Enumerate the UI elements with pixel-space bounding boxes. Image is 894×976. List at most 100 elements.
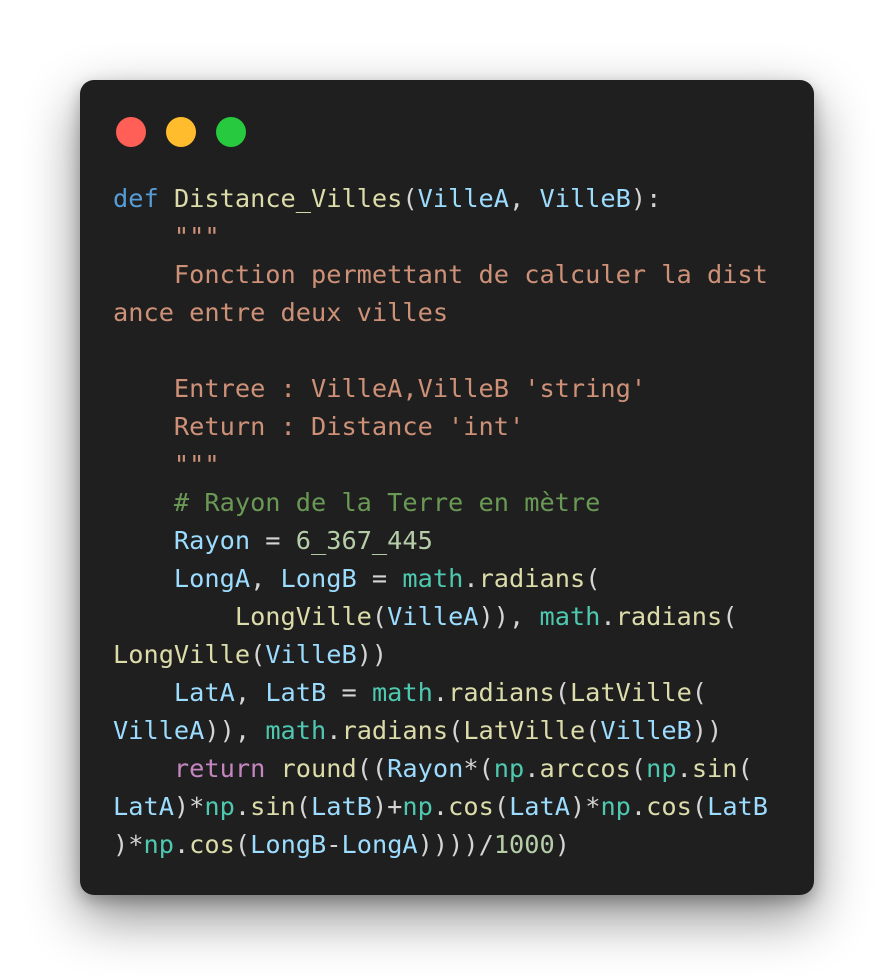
plain-token: )* — [569, 792, 601, 821]
module-token: np — [646, 754, 677, 783]
plain-token: . — [600, 602, 616, 631]
plain-token: ( — [493, 792, 510, 821]
minimize-dot[interactable] — [166, 117, 196, 147]
code-line: VilleA)), math.radians(LatVille(VilleB)) — [113, 712, 768, 750]
plain-token: ( — [737, 754, 753, 783]
function-token: LongVille — [113, 640, 251, 669]
plain-token: ( — [234, 830, 251, 859]
module-token: np — [493, 754, 525, 783]
variable-token: VilleA — [417, 184, 510, 213]
code-line: """ — [113, 218, 768, 256]
comment-token: # Rayon de la Terre en mètre — [173, 488, 601, 517]
plain-token: (( — [356, 754, 388, 783]
function-token: sin — [250, 792, 296, 821]
code-line: Rayon = 6_367_445 — [113, 522, 768, 560]
number-token: 6_367_445 — [295, 526, 433, 555]
plain-token: . — [432, 678, 449, 707]
string-token: """ — [173, 222, 220, 251]
plain-token: )), — [478, 602, 540, 631]
plain-token: . — [630, 792, 647, 821]
function-token: LongVille — [234, 602, 372, 631]
plain-token: ( — [630, 754, 647, 783]
plain-token: ( — [448, 716, 464, 745]
function-token: cos — [189, 830, 235, 859]
plain-token: = — [250, 526, 296, 555]
variable-token: LongA — [173, 564, 251, 593]
function-token: sin — [691, 754, 738, 783]
variable-token: LatA — [509, 792, 570, 821]
module-token: math — [371, 678, 433, 707]
close-dot[interactable] — [116, 117, 146, 147]
code-line: LatA, LatB = math.radians(LatVille( — [113, 674, 768, 712]
plain-token: )* — [113, 830, 144, 859]
function-token: cos — [646, 792, 692, 821]
variable-token: LongB — [250, 830, 327, 859]
plain-token: = — [356, 564, 403, 593]
control-token: return — [173, 754, 266, 783]
plain-token: ( — [371, 602, 388, 631]
variable-token: VilleB — [539, 184, 631, 213]
plain-token: *( — [463, 754, 494, 783]
code-line: LatA)*np.sin(LatB)+np.cos(LatA)*np.cos(L… — [113, 788, 768, 826]
module-token: math — [402, 564, 464, 593]
code-line: LongVille(VilleA)), math.radians( — [113, 598, 768, 636]
code-line: return round((Rayon*(np.arccos(np.sin( — [113, 750, 768, 788]
plain-token: . — [326, 716, 342, 745]
plain-token: ( — [554, 678, 570, 707]
module-token: np — [600, 792, 631, 821]
maximize-dot[interactable] — [216, 117, 246, 147]
variable-token: LatA — [113, 792, 174, 821]
function-token: LatVille — [463, 716, 586, 745]
plain-token: ( — [402, 184, 418, 213]
code-line: LongA, LongB = math.radians( — [113, 560, 768, 598]
variable-token: LatB — [265, 678, 327, 707]
variable-token: LongA — [341, 830, 418, 859]
plain-token: )) — [691, 716, 723, 745]
variable-token: VilleA — [113, 716, 205, 745]
plain-token: ( — [585, 564, 601, 593]
string-token: Return : Distance 'int' — [173, 412, 525, 441]
variable-token: LongB — [280, 564, 357, 593]
variable-token: VilleA — [387, 602, 479, 631]
function-token: round — [280, 754, 357, 783]
plain-token: ( — [691, 678, 708, 707]
code-line: # Rayon de la Terre en mètre — [113, 484, 768, 522]
variable-token: VilleB — [600, 716, 692, 745]
string-token: Fonction permettant de calculer la dist — [173, 260, 768, 289]
code-line: """ — [113, 446, 768, 484]
plain-token: ): — [630, 184, 662, 213]
variable-token: LatA — [173, 678, 235, 707]
plain-token: )) — [356, 640, 388, 669]
code-window: def Distance_Villes(VilleA, VilleB): """… — [80, 80, 814, 895]
function-token: LatVille — [569, 678, 692, 707]
variable-token: Rayon — [387, 754, 464, 783]
plain-token: = — [326, 678, 372, 707]
number-token: 1000 — [493, 830, 555, 859]
function-token: radians — [341, 716, 449, 745]
plain-token: . — [173, 830, 190, 859]
plain-token: ( — [722, 602, 738, 631]
plain-token: - — [326, 830, 342, 859]
function-token: cos — [448, 792, 494, 821]
module-token: np — [143, 830, 174, 859]
code-line: LongVille(VilleB)) — [113, 636, 768, 674]
plain-token: , — [509, 184, 540, 213]
plain-token: . — [234, 792, 251, 821]
variable-token: LatB — [707, 792, 769, 821]
string-token: Entree : VilleA,VilleB 'string' — [173, 374, 647, 403]
function-token: arccos — [539, 754, 631, 783]
plain-token: )), — [204, 716, 266, 745]
plain-token: . — [463, 564, 479, 593]
plain-token: ) — [554, 830, 570, 859]
